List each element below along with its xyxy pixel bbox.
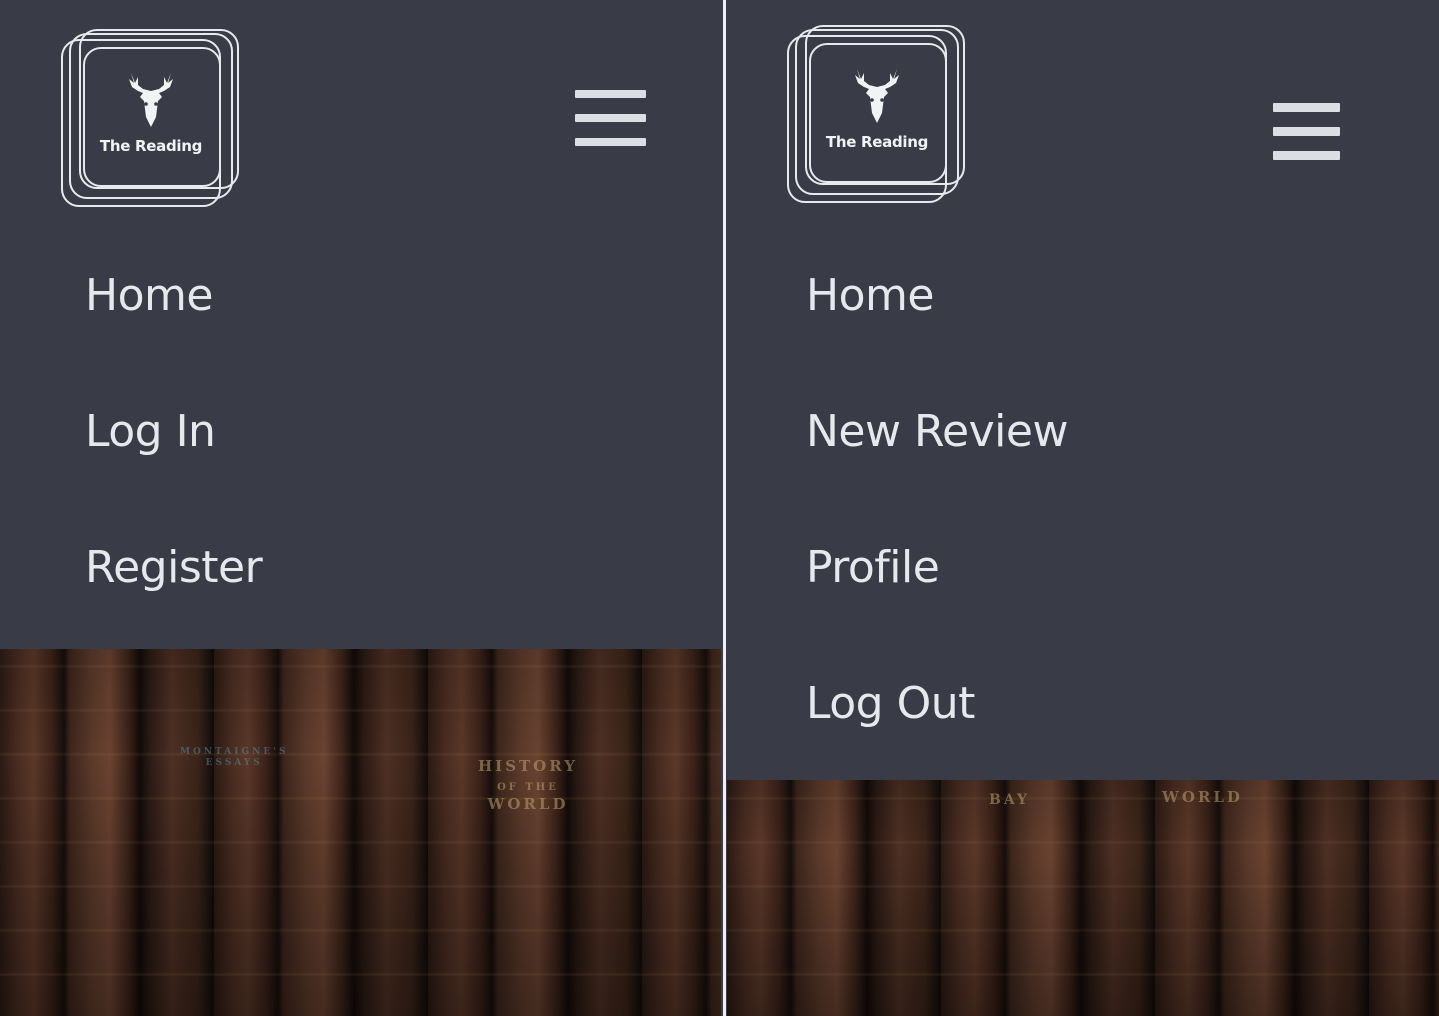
hamburger-bar [1273,151,1340,160]
logo-text: The Reading [825,133,929,151]
hamburger-bar [1273,103,1340,112]
book-spine-text: BAY [989,792,1030,808]
nav-menu: Home New Review Profile Log Out [806,268,1068,812]
hamburger-bar [575,114,646,122]
bookshelf-background-image: HISTORY OF THE WORLD MONTAIGNE'S ESSAYS [0,649,721,1016]
nav-item-new-review[interactable]: New Review [806,404,1068,540]
hamburger-bar [575,90,646,98]
nav-item-home[interactable]: Home [806,268,1068,404]
hamburger-bar [1273,127,1340,136]
mobile-view-logged-in: WORLD BAY The Reading Home New Review Pr… [727,0,1439,1016]
screenshot-stage: HISTORY OF THE WORLD MONTAIGNE'S ESSAYS The… [0,0,1439,1016]
hamburger-bar [575,138,646,146]
book-spine-text: WORLD [1162,788,1243,806]
mobile-nav-drawer: The Reading Home New Review Profile Log … [727,0,1439,780]
deer-head-icon [129,73,173,127]
hamburger-menu-icon[interactable] [1273,103,1340,160]
book-spine-text: MONTAIGNE'S ESSAYS [180,747,289,769]
site-logo[interactable]: The Reading [787,25,967,205]
mobile-view-logged-out: HISTORY OF THE WORLD MONTAIGNE'S ESSAYS The… [0,0,721,1016]
book-spine-text: HISTORY OF THE WORLD [478,757,578,813]
nav-menu: Home Log In Register [85,268,263,676]
nav-item-home[interactable]: Home [85,268,262,404]
mobile-nav-drawer: The Reading Home Log In Register [0,0,721,649]
bookshelf-background-image: WORLD BAY [727,780,1439,1016]
site-logo[interactable]: The Reading [61,29,241,209]
nav-item-log-in[interactable]: Log In [85,404,262,540]
hamburger-menu-icon[interactable] [575,90,646,146]
nav-item-register[interactable]: Register [85,540,263,676]
nav-item-profile[interactable]: Profile [806,540,1068,676]
deer-head-icon [855,69,899,123]
logo-text: The Reading [99,137,203,155]
